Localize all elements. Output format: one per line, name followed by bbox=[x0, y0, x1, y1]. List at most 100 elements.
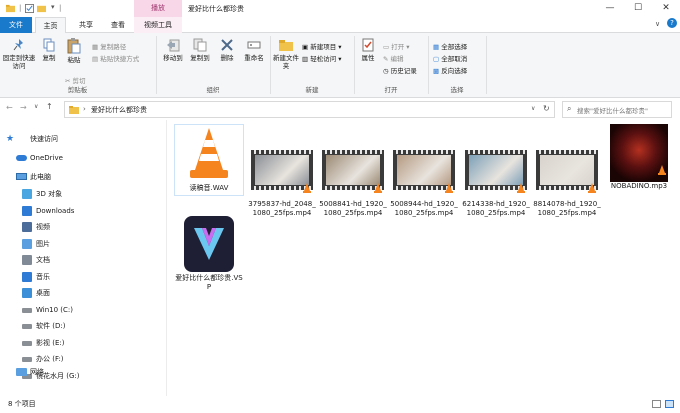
file-item[interactable]: 3795837-hd_2048_1080_25fps.mp4 bbox=[247, 142, 317, 218]
file-item[interactable]: NOBADINO.mp3 bbox=[604, 124, 674, 191]
nav-item-7[interactable]: Win10 (C:) bbox=[4, 303, 164, 317]
nav-item-2[interactable]: 视频 bbox=[4, 220, 164, 234]
edit-button[interactable]: ✎ 编辑 bbox=[383, 53, 404, 63]
nav-item-5[interactable]: 音乐 bbox=[4, 270, 164, 284]
help-icon[interactable]: ? bbox=[667, 18, 677, 28]
new-folder-quick-icon[interactable] bbox=[37, 4, 46, 13]
desktop-icon bbox=[22, 288, 32, 298]
nav-item-1[interactable]: Downloads bbox=[4, 204, 164, 218]
forward-arrow-icon[interactable]: → bbox=[20, 103, 27, 112]
select-all-label: 全部选择 bbox=[441, 43, 468, 51]
recent-locations-icon[interactable]: ∨ bbox=[34, 103, 38, 110]
file-item[interactable]: 6214338-hd_1920_1080_25fps.mp4 bbox=[461, 142, 531, 218]
pin-to-quick-access-button[interactable]: 固定到快速访问 bbox=[2, 38, 36, 70]
nav-item-8[interactable]: 软件 (D:) bbox=[4, 319, 164, 333]
nav-scrollbar[interactable] bbox=[166, 120, 167, 396]
invert-selection-button[interactable]: ▩ 反向选择 bbox=[433, 65, 467, 75]
video-thumbnail bbox=[536, 142, 598, 198]
nav-item-9[interactable]: 影视 (E:) bbox=[4, 336, 164, 350]
copy-label: 复制 bbox=[42, 54, 56, 62]
move-to-button[interactable]: 移动到 bbox=[160, 38, 186, 62]
history-icon: ◷ bbox=[383, 67, 389, 75]
item-count: 8 个项目 bbox=[8, 400, 36, 408]
pin-icon bbox=[13, 39, 23, 51]
refresh-icon[interactable]: ↻ bbox=[543, 104, 550, 113]
drive-icon bbox=[22, 357, 32, 362]
paste-shortcut-button[interactable]: ▤ 粘贴快捷方式 bbox=[92, 53, 139, 63]
copy-path-button[interactable]: ▦ 复制路径 bbox=[92, 41, 126, 51]
tab-share[interactable]: 共享 bbox=[69, 17, 103, 33]
cloud-icon bbox=[16, 155, 27, 161]
nav-item-6[interactable]: 桌面 bbox=[4, 286, 164, 300]
file-view: 读稿音.WAV 3795837-hd_2048_1080_25fps.mp4 500… bbox=[168, 120, 680, 396]
nav-network[interactable]: 网络 bbox=[4, 365, 164, 379]
open-button[interactable]: ▭ 打开 ▾ bbox=[383, 41, 410, 51]
video-thumbnail bbox=[322, 142, 384, 198]
easy-access-icon: ▥ bbox=[302, 55, 309, 63]
file-item[interactable]: 爱好比什么都珍贵.VSP bbox=[174, 216, 244, 292]
customize-quick-access-icon[interactable]: ▾ bbox=[51, 3, 55, 11]
nav-item-10[interactable]: 办公 (F:) bbox=[4, 352, 164, 366]
nav-item-label: 视频 bbox=[36, 223, 50, 231]
drive-icon bbox=[22, 307, 32, 313]
maximize-button[interactable]: ☐ bbox=[624, 0, 652, 17]
nav-item-label: 音乐 bbox=[36, 272, 50, 281]
file-item[interactable]: 8814078-hd_1920_1080_25fps.mp4 bbox=[532, 142, 602, 218]
history-button[interactable]: ◷ 历史记录 bbox=[383, 65, 417, 75]
nav-item-0[interactable]: 3D 对象 bbox=[4, 187, 164, 201]
copy-to-label: 复制到 bbox=[190, 54, 210, 62]
rename-label: 重命名 bbox=[244, 54, 264, 62]
select-none-button[interactable]: ▢ 全部取消 bbox=[433, 53, 467, 63]
new-group-label: 新建 bbox=[305, 86, 319, 94]
paste-icon bbox=[67, 38, 81, 54]
new-folder-button[interactable]: 新建文件夹 bbox=[273, 38, 299, 70]
history-label: 历史记录 bbox=[390, 67, 417, 75]
breadcrumb-current[interactable]: 爱好比什么都珍贵 bbox=[91, 105, 147, 115]
easy-access-label: 轻松访问 bbox=[310, 55, 337, 63]
drive-icon bbox=[22, 340, 32, 346]
nav-this-pc[interactable]: 此电脑 bbox=[4, 170, 164, 184]
nav-item-4[interactable]: 文档 bbox=[4, 253, 164, 267]
file-item[interactable]: 5008944-hd_1920_1080_25fps.mp4 bbox=[389, 142, 459, 218]
new-item-button[interactable]: ▣ 新建项目 ▾ bbox=[302, 41, 342, 51]
folder-icon bbox=[69, 106, 79, 114]
delete-button[interactable]: 删除 bbox=[216, 38, 238, 62]
close-button[interactable]: ✕ bbox=[652, 0, 680, 17]
copy-button[interactable]: 复制 bbox=[38, 38, 60, 62]
address-field[interactable]: › 爱好比什么都珍贵 ∨ ↻ bbox=[64, 101, 555, 118]
breadcrumb-chevron-icon[interactable]: › bbox=[83, 105, 86, 113]
copy-to-button[interactable]: 复制到 bbox=[187, 38, 213, 62]
chevron-down-icon[interactable]: ∨ bbox=[655, 20, 660, 28]
tab-file[interactable]: 文件 bbox=[0, 17, 32, 33]
file-name: 5008944-hd_1920_1080_25fps.mp4 bbox=[390, 200, 458, 217]
nav-item-label: 文档 bbox=[36, 256, 50, 264]
rename-button[interactable]: 重命名 bbox=[240, 38, 268, 62]
nav-onedrive[interactable]: OneDrive bbox=[4, 151, 164, 165]
properties-check-icon[interactable] bbox=[25, 4, 34, 13]
nav-quick-access[interactable]: ★ 快速访问 bbox=[4, 132, 164, 146]
paste-button[interactable]: 粘贴 bbox=[62, 38, 86, 64]
address-dropdown-icon[interactable]: ∨ bbox=[531, 105, 535, 112]
large-icons-view-icon[interactable] bbox=[665, 400, 674, 408]
properties-icon bbox=[362, 38, 374, 52]
search-field[interactable]: ⌕ 搜索"爱好比什么都珍贵" bbox=[562, 101, 672, 118]
select-all-button[interactable]: ▦ 全部选择 bbox=[433, 41, 467, 51]
nav-item-label: 影视 (E:) bbox=[36, 338, 65, 347]
copy-icon bbox=[43, 38, 55, 52]
details-view-icon[interactable] bbox=[652, 400, 661, 408]
properties-button[interactable]: 属性 bbox=[357, 38, 379, 62]
nav-item-3[interactable]: 图片 bbox=[4, 237, 164, 251]
file-item[interactable]: 读稿音.WAV bbox=[174, 124, 244, 196]
file-item[interactable]: 5008841-hd_1920_1080_25fps.mp4 bbox=[318, 142, 388, 218]
tab-video-tools[interactable]: 视频工具 bbox=[134, 17, 182, 33]
tab-home[interactable]: 主页 bbox=[35, 17, 66, 34]
up-arrow-icon[interactable]: ↑ bbox=[46, 102, 53, 111]
rename-icon bbox=[247, 41, 261, 49]
easy-access-button[interactable]: ▥ 轻松访问 ▾ bbox=[302, 53, 342, 63]
file-name: 5008841-hd_1920_1080_25fps.mp4 bbox=[319, 200, 387, 217]
minimize-button[interactable]: — bbox=[596, 0, 624, 17]
tab-view[interactable]: 查看 bbox=[104, 17, 132, 33]
file-name: 3795837-hd_2048_1080_25fps.mp4 bbox=[248, 200, 316, 217]
nav-network-label: 网络 bbox=[30, 368, 44, 376]
back-arrow-icon[interactable]: ← bbox=[6, 103, 13, 112]
